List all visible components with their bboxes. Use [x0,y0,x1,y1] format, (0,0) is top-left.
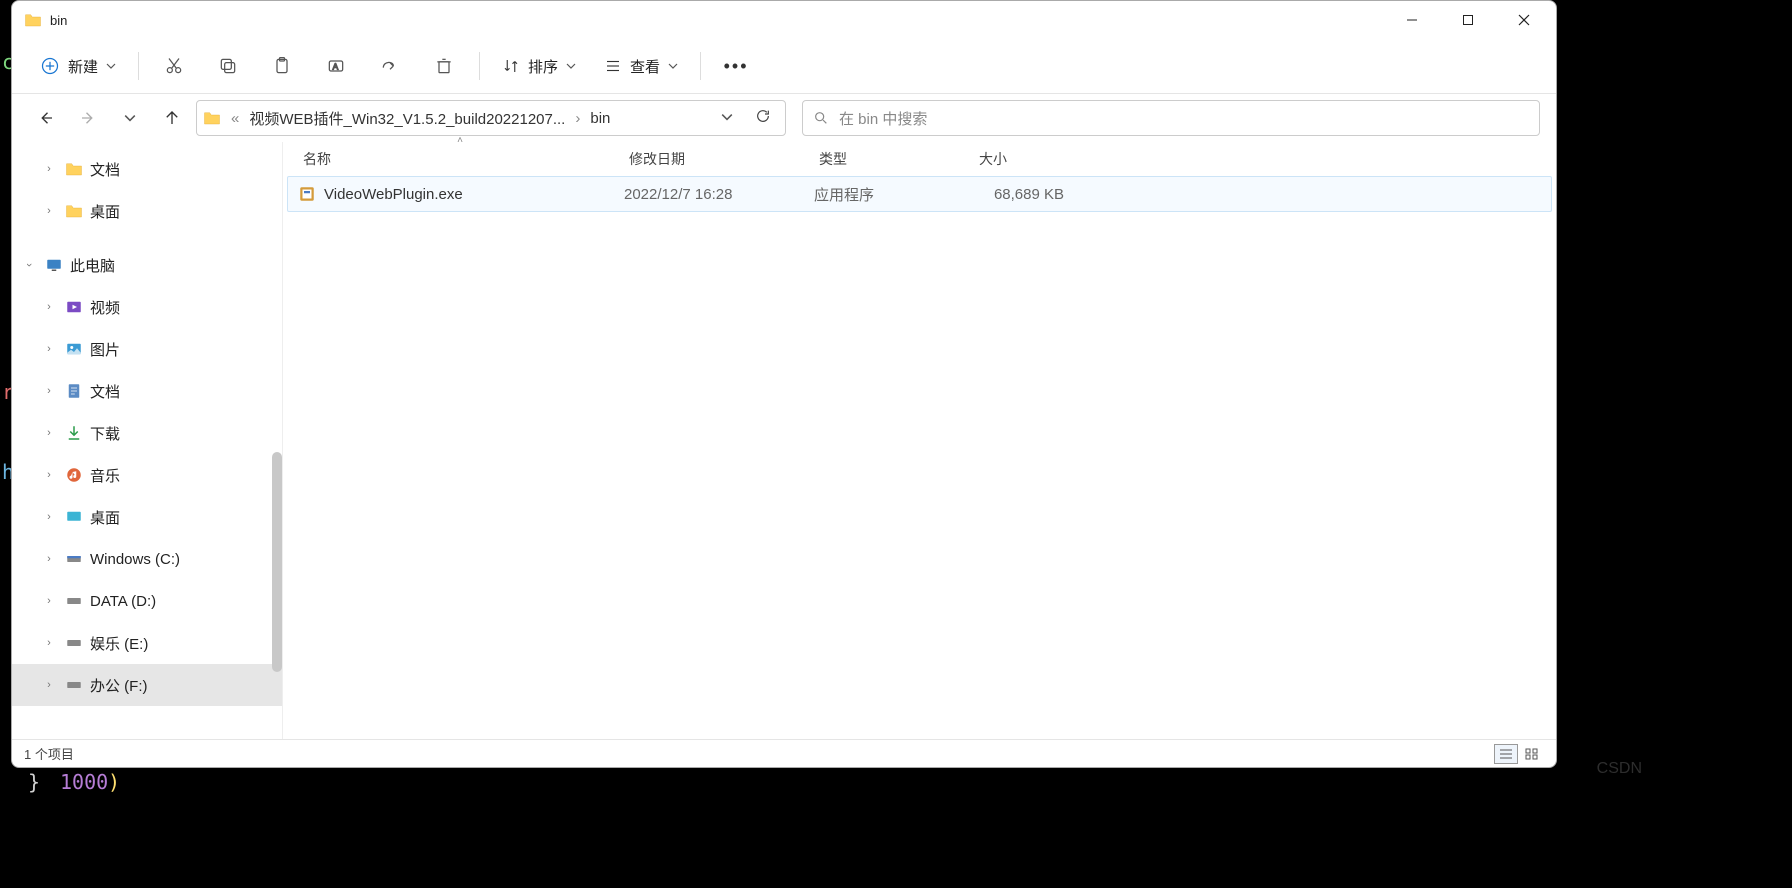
back-button[interactable] [28,100,64,136]
sidebar-item-drive-c[interactable]: ›Windows (C:) [12,538,282,580]
address-bar[interactable]: « 视频WEB插件_Win32_V1.5.2_build20221207... … [196,100,786,136]
sort-icon [502,57,520,75]
sidebar-item-drive-e[interactable]: ›娱乐 (E:) [12,622,282,664]
up-button[interactable] [154,100,190,136]
chevron-right-icon: › [40,637,58,649]
file-name: VideoWebPlugin.exe [324,186,463,203]
chevron-right-icon: › [40,301,58,313]
share-button[interactable] [367,46,413,86]
file-size: 68,689 KB [974,186,1074,203]
folder-icon [24,11,42,29]
sidebar-scrollbar[interactable] [272,452,282,672]
new-button[interactable]: 新建 [30,50,126,83]
sidebar-item-documents[interactable]: ›文档 [12,148,282,190]
chevron-right-icon: › [40,205,58,217]
file-row[interactable]: VideoWebPlugin.exe 2022/12/7 16:28 应用程序 … [287,176,1552,212]
chevron-right-icon: › [40,679,58,691]
sort-indicator-icon: ˄ [457,135,463,146]
chevron-down-icon: › [23,256,35,274]
close-button[interactable] [1496,1,1552,39]
chevron-right-icon: › [40,343,58,355]
view-icon [604,57,622,75]
search-placeholder: 在 bin 中搜索 [839,108,927,129]
sidebar-item-pictures[interactable]: ›图片 [12,328,282,370]
plus-circle-icon [40,56,60,76]
explorer-window: bin 新建 A 排序 查看 ••• [11,0,1557,768]
column-size[interactable]: 大小 [973,149,1073,169]
paste-button[interactable] [259,46,305,86]
column-name[interactable]: 名称˄ [297,149,623,169]
forward-button[interactable] [70,100,106,136]
chevron-right-icon: › [40,511,58,523]
addressbar-dropdown[interactable] [713,110,741,127]
folder-icon [203,109,221,127]
sidebar-item-thispc[interactable]: ›此电脑 [12,244,282,286]
minimize-button[interactable] [1384,1,1440,39]
item-count: 1 个项目 [24,744,74,763]
search-input[interactable]: 在 bin 中搜索 [802,100,1540,136]
window-title: bin [50,13,67,28]
details-view-button[interactable] [1494,744,1518,764]
breadcrumb-current[interactable]: bin [590,110,610,127]
file-type: 应用程序 [814,184,974,205]
icons-view-button[interactable] [1520,744,1544,764]
column-date[interactable]: 修改日期 [623,149,813,169]
statusbar: 1 个项目 [12,739,1556,767]
search-icon [813,110,829,126]
delete-button[interactable] [421,46,467,86]
file-date: 2022/12/7 16:28 [624,186,814,203]
chevron-down-icon [566,61,576,71]
chevron-down-icon [668,61,678,71]
chevron-right-icon: › [40,385,58,397]
view-button[interactable]: 查看 [594,50,688,83]
column-type[interactable]: 类型 [813,149,973,169]
cut-button[interactable] [151,46,197,86]
sidebar-item-drive-d[interactable]: ›DATA (D:) [12,580,282,622]
titlebar: bin [12,1,1556,39]
toolbar: 新建 A 排序 查看 ••• [12,39,1556,94]
sort-button[interactable]: 排序 [492,50,586,83]
sidebar-item-downloads[interactable]: ›下载 [12,412,282,454]
more-button[interactable]: ••• [713,46,759,86]
breadcrumb-parent[interactable]: 视频WEB插件_Win32_V1.5.2_build20221207... [249,108,565,129]
file-list: 名称˄ 修改日期 类型 大小 VideoWebPlugin.exe 2022/1… [282,142,1556,739]
chevron-right-icon: › [40,553,58,565]
watermark: CSDN [1597,760,1642,778]
sidebar-item-desktop[interactable]: ›桌面 [12,190,282,232]
chevron-right-icon: › [40,427,58,439]
copy-button[interactable] [205,46,251,86]
refresh-button[interactable] [747,108,779,128]
sidebar-item-desktop2[interactable]: ›桌面 [12,496,282,538]
sidebar-item-drive-f[interactable]: ›办公 (F:) [12,664,282,706]
sidebar-item-music[interactable]: ›音乐 [12,454,282,496]
maximize-button[interactable] [1440,1,1496,39]
svg-text:A: A [333,61,339,71]
sidebar: ›文档 ›桌面 ›此电脑 ›视频 ›图片 ›文档 ›下载 ›音乐 ›桌面 ›Wi… [12,142,282,739]
chevron-right-icon: › [40,163,58,175]
recent-button[interactable] [112,100,148,136]
sidebar-item-documents2[interactable]: ›文档 [12,370,282,412]
installer-icon [298,185,316,203]
chevron-down-icon [106,61,116,71]
sidebar-item-videos[interactable]: ›视频 [12,286,282,328]
column-headers: 名称˄ 修改日期 类型 大小 [283,142,1556,176]
new-label: 新建 [68,56,98,77]
rename-button[interactable]: A [313,46,359,86]
chevron-right-icon: › [40,469,58,481]
chevron-right-icon: › [40,595,58,607]
navigation-row: « 视频WEB插件_Win32_V1.5.2_build20221207... … [12,94,1556,142]
